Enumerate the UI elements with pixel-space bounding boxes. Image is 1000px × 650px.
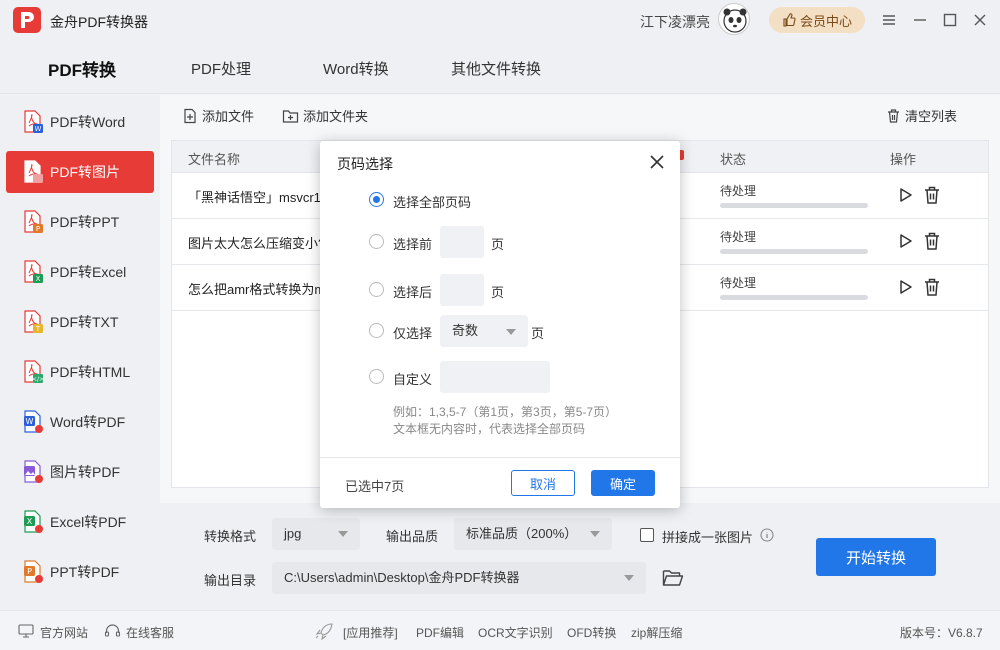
close-icon[interactable] bbox=[648, 153, 666, 171]
dialog-title: 页码选择 bbox=[337, 156, 393, 172]
dialog-divider bbox=[320, 457, 680, 458]
first-pages-input[interactable] bbox=[440, 226, 484, 258]
radio-custom[interactable] bbox=[369, 369, 384, 384]
page-unit-label: 页 bbox=[491, 285, 505, 300]
hint-example: 例如：1,3,5-7（第1页，第3页，第5-7页） bbox=[393, 405, 618, 419]
option-custom-label: 自定义 bbox=[393, 372, 433, 387]
cancel-button[interactable]: 取消 bbox=[511, 470, 575, 496]
chevron-down-icon bbox=[506, 329, 516, 335]
page-unit-label: 页 bbox=[491, 237, 505, 252]
page-select-dialog: 页码选择 选择全部页码 选择前 页 选择后 页 仅选择 奇数 页 自定义 例如：… bbox=[320, 141, 680, 508]
radio-select-first[interactable] bbox=[369, 234, 384, 249]
option-first-label: 选择前 bbox=[393, 237, 433, 252]
last-pages-input[interactable] bbox=[440, 274, 484, 306]
confirm-button[interactable]: 确定 bbox=[591, 470, 655, 496]
odd-even-value: 奇数 bbox=[452, 323, 479, 338]
radio-select-last[interactable] bbox=[369, 282, 384, 297]
odd-even-select[interactable]: 奇数 bbox=[440, 315, 528, 347]
radio-select-all[interactable] bbox=[369, 192, 384, 207]
selected-count: 已选中7页 bbox=[345, 479, 405, 494]
option-only-label: 仅选择 bbox=[393, 326, 433, 341]
radio-select-only[interactable] bbox=[369, 323, 384, 338]
hint-empty: 文本框无内容时，代表选择全部页码 bbox=[393, 422, 586, 436]
custom-pages-input[interactable] bbox=[440, 361, 550, 393]
option-all-label: 选择全部页码 bbox=[393, 195, 472, 210]
option-last-label: 选择后 bbox=[393, 285, 433, 300]
page-unit-label: 页 bbox=[531, 326, 545, 341]
